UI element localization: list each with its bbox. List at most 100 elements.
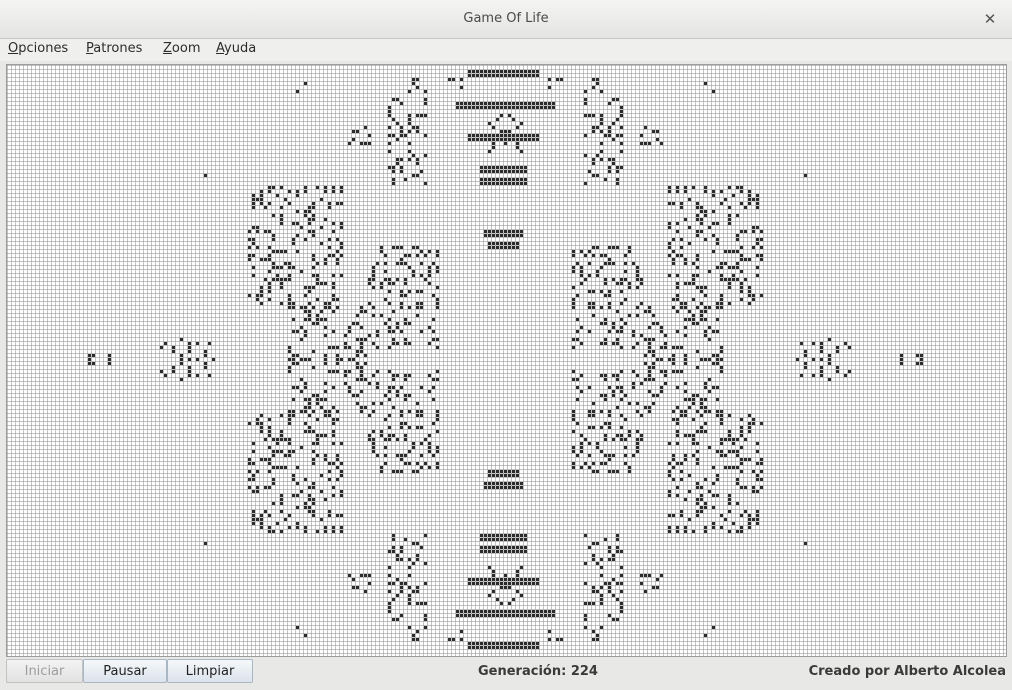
- live-cell: [592, 602, 595, 605]
- live-cell: [736, 478, 739, 481]
- live-cell: [620, 590, 623, 593]
- live-cell: [700, 286, 703, 289]
- live-cell: [400, 458, 403, 461]
- live-cell: [420, 114, 423, 117]
- live-cell: [500, 646, 503, 649]
- live-cell: [692, 434, 695, 437]
- live-cell: [732, 438, 735, 441]
- live-cell: [756, 510, 759, 513]
- live-cell: [356, 394, 359, 397]
- window-title: Game Of Life: [463, 11, 549, 26]
- live-cell: [248, 470, 251, 473]
- live-cell: [580, 374, 583, 377]
- live-cell: [288, 302, 291, 305]
- live-cell: [716, 474, 719, 477]
- live-cell: [260, 202, 263, 205]
- live-cell: [556, 78, 559, 81]
- live-cell: [600, 150, 603, 153]
- live-cell: [516, 142, 519, 145]
- live-cell: [508, 550, 511, 553]
- live-cell: [576, 422, 579, 425]
- close-icon[interactable]: ✕: [982, 8, 998, 30]
- grid-background[interactable]: [7, 65, 1006, 656]
- live-cell: [680, 478, 683, 481]
- clear-button[interactable]: Limpiar: [167, 659, 253, 683]
- live-cell: [500, 246, 503, 249]
- live-cell: [496, 134, 499, 137]
- menu-ayuda[interactable]: Ayuda: [216, 41, 256, 56]
- live-cell: [688, 398, 691, 401]
- life-grid-canvas[interactable]: [7, 65, 1006, 656]
- live-cell: [396, 470, 399, 473]
- live-cell: [352, 586, 355, 589]
- live-cell: [424, 614, 427, 617]
- live-cell: [480, 546, 483, 549]
- live-cell: [316, 438, 319, 441]
- life-grid[interactable]: [6, 64, 1007, 657]
- live-cell: [900, 354, 903, 357]
- live-cell: [628, 282, 631, 285]
- live-cell: [280, 414, 283, 417]
- live-cell: [436, 410, 439, 413]
- live-cell: [380, 282, 383, 285]
- live-cell: [608, 546, 611, 549]
- live-cell: [248, 246, 251, 249]
- live-cell: [728, 498, 731, 501]
- live-cell: [756, 518, 759, 521]
- live-cell: [704, 410, 707, 413]
- live-cell: [348, 142, 351, 145]
- live-cell: [324, 498, 327, 501]
- live-cell: [312, 394, 315, 397]
- live-cell: [680, 302, 683, 305]
- live-cell: [536, 134, 539, 137]
- live-cell: [456, 106, 459, 109]
- live-cell: [712, 194, 715, 197]
- live-cell: [620, 142, 623, 145]
- live-cell: [608, 166, 611, 169]
- live-cell: [308, 318, 311, 321]
- menu-patrones[interactable]: Patrones: [86, 41, 142, 56]
- live-cell: [252, 462, 255, 465]
- live-cell: [748, 290, 751, 293]
- live-cell: [508, 178, 511, 181]
- live-cell: [420, 426, 423, 429]
- live-cell: [528, 106, 531, 109]
- menu-opciones[interactable]: Opciones: [8, 41, 68, 56]
- live-cell: [312, 274, 315, 277]
- live-cell: [404, 262, 407, 265]
- live-cell: [500, 74, 503, 77]
- live-cell: [412, 470, 415, 473]
- live-cell: [604, 422, 607, 425]
- live-cell: [404, 254, 407, 257]
- menu-opciones-mnemonic: O: [8, 41, 19, 56]
- live-cell: [476, 614, 479, 617]
- live-cell: [336, 370, 339, 373]
- live-cell: [324, 306, 327, 309]
- live-cell: [644, 310, 647, 313]
- live-cell: [616, 550, 619, 553]
- live-cell: [332, 274, 335, 277]
- live-cell: [504, 130, 507, 133]
- live-cell: [392, 134, 395, 137]
- live-cell: [388, 302, 391, 305]
- pause-button[interactable]: Pausar: [83, 659, 167, 683]
- live-cell: [324, 458, 327, 461]
- live-cell: [720, 414, 723, 417]
- live-cell: [916, 354, 919, 357]
- live-cell: [584, 182, 587, 185]
- live-cell: [312, 286, 315, 289]
- live-cell: [704, 406, 707, 409]
- live-cell: [252, 274, 255, 277]
- live-cell: [712, 222, 715, 225]
- live-cell: [528, 70, 531, 73]
- live-cell: [520, 482, 523, 485]
- live-cell: [608, 590, 611, 593]
- live-cell: [600, 426, 603, 429]
- menu-zoom[interactable]: Zoom: [163, 41, 200, 56]
- live-cell: [680, 238, 683, 241]
- live-cell: [368, 382, 371, 385]
- live-cell: [612, 342, 615, 345]
- live-cell: [340, 474, 343, 477]
- start-button[interactable]: Iniciar: [6, 659, 83, 683]
- live-cell: [640, 278, 643, 281]
